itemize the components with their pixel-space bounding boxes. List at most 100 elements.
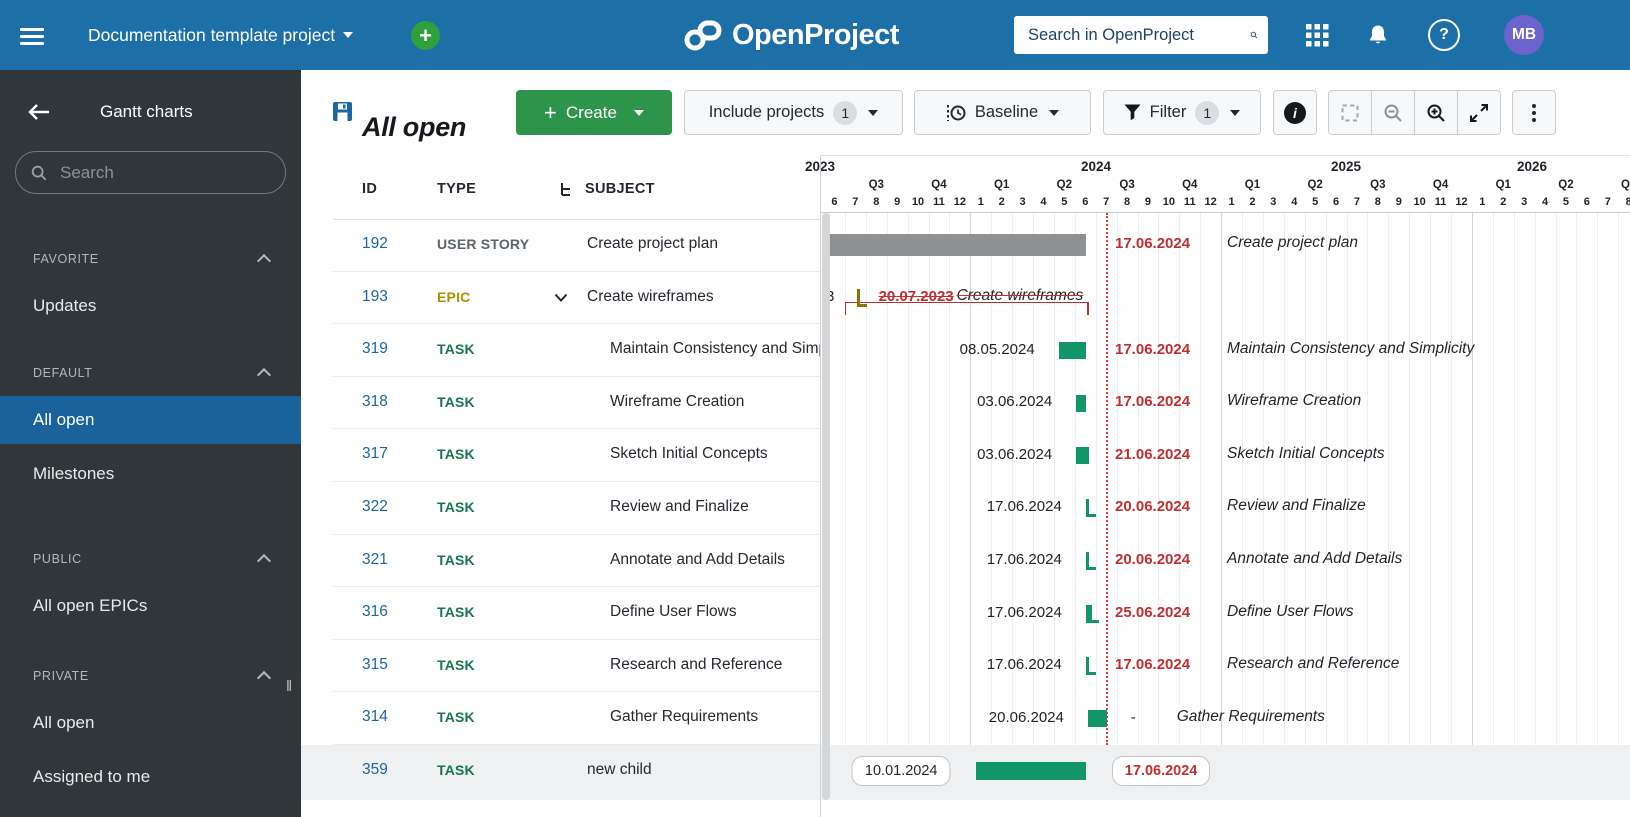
sidebar-item-all-open-epics[interactable]: All open EPICs <box>0 582 301 630</box>
global-search[interactable] <box>1014 16 1268 54</box>
work-package-id-link[interactable]: 319 <box>362 340 388 358</box>
back-arrow-icon[interactable] <box>28 103 50 121</box>
table-row[interactable]: 314 TASK Gather Requirements <box>333 692 820 745</box>
month-gridline <box>1471 213 1473 745</box>
collapse-chevron-icon[interactable] <box>554 293 568 302</box>
zoom-out-button[interactable] <box>1371 90 1415 135</box>
timeline-month-label: 1 <box>1479 196 1486 208</box>
column-header-type[interactable]: TYPE <box>437 181 476 197</box>
gantt-bar[interactable] <box>1058 342 1086 359</box>
chevron-down-icon <box>1230 109 1241 116</box>
column-header-id[interactable]: ID <box>362 181 377 197</box>
sidebar-search[interactable] <box>15 151 286 194</box>
table-row[interactable]: 317 TASK Sketch Initial Concepts <box>333 429 820 482</box>
gantt-bar[interactable] <box>976 762 1086 781</box>
chevron-up-icon[interactable] <box>256 367 272 383</box>
work-package-id-link[interactable]: 192 <box>362 235 388 253</box>
sidebar-resize-handle[interactable]: ‖ <box>286 678 293 695</box>
work-package-id-link[interactable]: 314 <box>362 708 388 726</box>
month-gridline <box>1262 213 1264 745</box>
settings-kebab-button[interactable] <box>1512 90 1556 135</box>
table-row[interactable]: 359 TASK new child <box>333 745 820 798</box>
work-package-id-link[interactable]: 322 <box>362 498 388 516</box>
apps-grid-icon[interactable] <box>1306 0 1329 70</box>
work-package-id-link[interactable]: 315 <box>362 656 388 674</box>
timeline-month-label: 10 <box>1162 196 1175 208</box>
timeline-month-label: 2 <box>1500 196 1507 208</box>
timeline-month-label: 6 <box>1583 196 1590 208</box>
filter-label: Filter <box>1149 103 1187 121</box>
table-row[interactable]: 193 EPIC Create wireframes <box>333 272 820 325</box>
work-package-id-link[interactable]: 359 <box>362 761 388 779</box>
notifications-bell-icon[interactable] <box>1366 0 1390 70</box>
gantt-bar[interactable] <box>1087 710 1107 728</box>
sidebar-item-all-open[interactable]: All open <box>0 396 301 444</box>
chevron-up-icon[interactable] <box>256 670 272 686</box>
work-package-id-link[interactable]: 316 <box>362 603 388 621</box>
info-button[interactable]: i <box>1273 90 1317 135</box>
sidebar-item-updates[interactable]: Updates <box>0 282 301 330</box>
table-row[interactable]: 319 TASK Maintain Consistency and Simplici… <box>333 324 820 377</box>
project-name: Documentation template project <box>88 24 336 45</box>
gantt-bar-bracket[interactable] <box>856 288 860 307</box>
gantt-bar-label: Wireframe Creation <box>1227 392 1362 410</box>
filter-button[interactable]: Filter 1 <box>1103 90 1261 135</box>
search-icon[interactable] <box>1250 25 1258 45</box>
create-button[interactable]: + Create <box>516 90 672 135</box>
gantt-bar-bracket[interactable] <box>1085 499 1089 518</box>
chevron-up-icon[interactable] <box>256 253 272 269</box>
table-row[interactable]: 316 TASK Define User Flows <box>333 587 820 640</box>
table-row[interactable]: 322 TASK Review and Finalize <box>333 482 820 535</box>
gantt-bar-bracket[interactable] <box>1085 551 1089 570</box>
work-package-id-link[interactable]: 318 <box>362 393 388 411</box>
info-icon: i <box>1284 101 1306 124</box>
gantt-bar[interactable] <box>1076 394 1086 412</box>
gantt-header-top-border <box>821 155 1630 156</box>
end-date-pill[interactable]: 17.06.2024 <box>1111 756 1211 787</box>
month-gridline <box>1597 213 1599 745</box>
start-date-pill[interactable]: 10.01.2024 <box>851 756 951 787</box>
baseline-button[interactable]: Baseline <box>914 90 1091 135</box>
column-header-subject[interactable]: SUBJECT <box>585 181 655 197</box>
activate-zoom-button[interactable] <box>1328 90 1372 135</box>
work-package-id-link[interactable]: 321 <box>362 551 388 569</box>
sidebar-item-milestones[interactable]: Milestones <box>0 450 301 498</box>
timeline-quarter-label: Q4 <box>931 179 947 191</box>
hamburger-menu-icon[interactable] <box>20 24 44 46</box>
global-search-input[interactable] <box>1026 24 1250 46</box>
sidebar-search-input[interactable] <box>58 161 262 184</box>
work-package-subject: Create wireframes <box>587 287 714 305</box>
month-gridline <box>949 213 951 745</box>
sidebar-item-all-open[interactable]: All open <box>0 699 301 747</box>
chevron-up-icon[interactable] <box>256 553 272 569</box>
chevron-down-icon <box>343 32 354 38</box>
include-projects-button[interactable]: Include projects 1 <box>684 90 903 135</box>
table-row[interactable]: 318 TASK Wireframe Creation <box>333 377 820 430</box>
timeline-quarter-label: Q3 <box>868 179 884 191</box>
gantt-bar-label: Gather Requirements <box>1176 707 1325 725</box>
table-row[interactable]: 192 USER STORY Create project plan <box>333 219 820 272</box>
month-gridline <box>1053 213 1055 745</box>
hierarchy-icon[interactable] <box>559 182 574 197</box>
project-selector[interactable]: Documentation template project <box>88 0 354 70</box>
zoom-auto-fit-button[interactable] <box>1457 90 1501 135</box>
global-add-button[interactable]: + <box>411 21 440 50</box>
month-gridline <box>1283 213 1285 745</box>
table-row[interactable]: 315 TASK Research and Reference <box>333 640 820 693</box>
help-icon[interactable]: ? <box>1428 0 1460 70</box>
gantt-bar[interactable] <box>1076 447 1089 465</box>
logo-text: OpenProject <box>732 18 899 51</box>
sidebar-item-assigned-to-me[interactable]: Assigned to me <box>0 753 301 801</box>
gantt-bar-bracket[interactable] <box>1085 604 1092 623</box>
work-package-id-link[interactable]: 317 <box>362 445 388 463</box>
work-package-id-link[interactable]: 193 <box>362 288 388 306</box>
gantt-bar-bracket[interactable] <box>1085 657 1089 676</box>
table-row[interactable]: 321 TASK Annotate and Add Details <box>333 535 820 588</box>
save-icon[interactable] <box>333 102 352 121</box>
gantt-bar[interactable] <box>826 234 1086 257</box>
user-avatar[interactable]: MB <box>1504 15 1544 55</box>
baseline-clock-icon <box>946 104 966 121</box>
zoom-in-button[interactable] <box>1414 90 1458 135</box>
openproject-logo[interactable]: OpenProject <box>683 0 899 70</box>
vertical-scrollbar[interactable] <box>822 213 830 800</box>
